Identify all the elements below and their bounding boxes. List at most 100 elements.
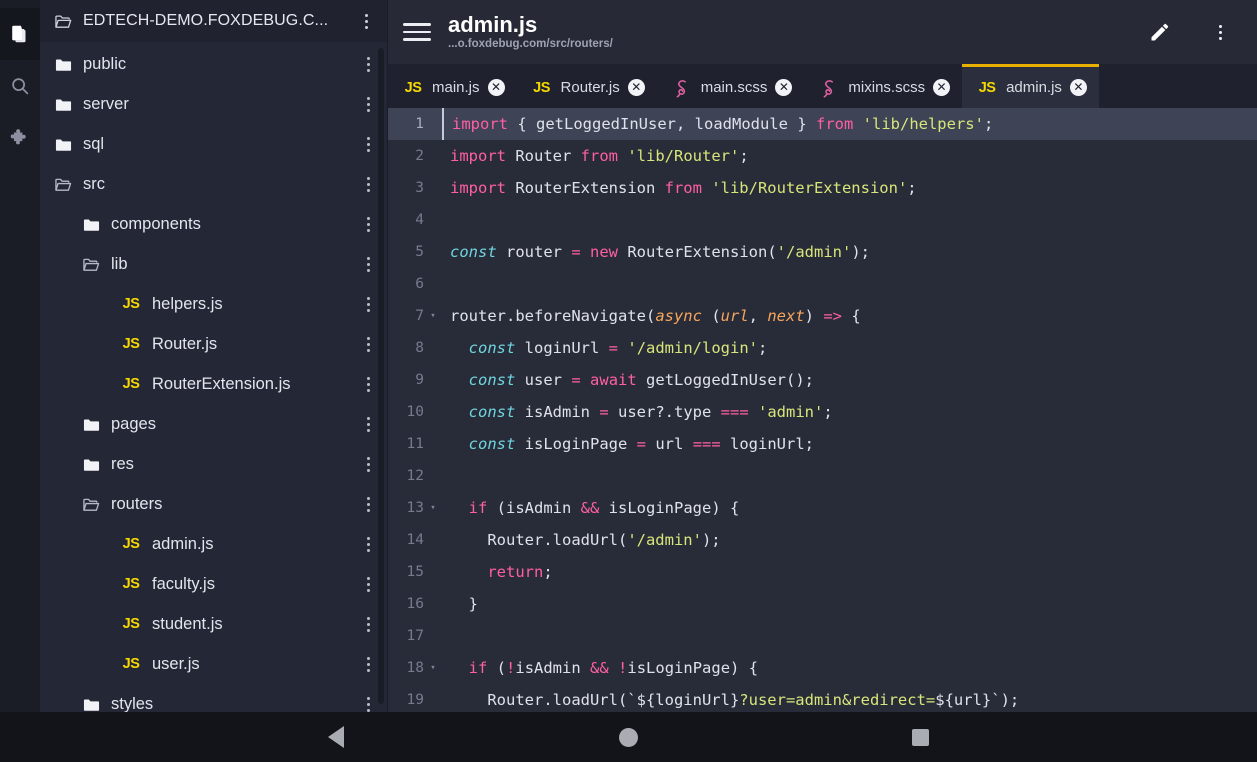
- explorer-menu-button[interactable]: [355, 8, 377, 34]
- app-root: EDTECH-DEMO.FOXDEBUG.C... public server sq…: [0, 0, 1257, 762]
- file-tree[interactable]: public server sql src components lib JS helpers…: [40, 42, 387, 712]
- tree-item-src[interactable]: src: [40, 164, 387, 204]
- tree-item-menu-button[interactable]: [357, 571, 379, 597]
- tab-main-scss[interactable]: main.scss ✕: [657, 64, 805, 108]
- code-line[interactable]: 12: [388, 460, 1257, 492]
- tree-item-menu-button[interactable]: [357, 371, 379, 397]
- tree-item-router-js[interactable]: JS Router.js: [40, 324, 387, 364]
- fold-chevron-icon[interactable]: ▾: [428, 652, 438, 684]
- tree-item-menu-button[interactable]: [357, 691, 379, 712]
- tree-item-menu-button[interactable]: [357, 171, 379, 197]
- code-line[interactable]: 13 ▾ if (isAdmin && isLoginPage) {: [388, 492, 1257, 524]
- code-text: const loginUrl = '/admin/login';: [444, 332, 768, 364]
- code-line[interactable]: 7 ▾ router.beforeNavigate(async (url, next…: [388, 300, 1257, 332]
- code-line[interactable]: 15 return;: [388, 556, 1257, 588]
- code-line[interactable]: 18 ▾ if (!isAdmin && !isLoginPage) {: [388, 652, 1257, 684]
- back-triangle-icon[interactable]: [309, 712, 363, 762]
- code-token: url: [646, 435, 693, 453]
- explorer-scrollbar[interactable]: [378, 48, 384, 704]
- tab-router-js[interactable]: JS Router.js ✕: [517, 64, 657, 108]
- code-line[interactable]: 5 const router = new RouterExtension('/ad…: [388, 236, 1257, 268]
- files-icon[interactable]: [0, 8, 40, 60]
- tree-item-public[interactable]: public: [40, 44, 387, 84]
- tree-item-styles[interactable]: styles: [40, 684, 387, 712]
- fold-chevron-icon[interactable]: ▾: [428, 492, 438, 524]
- code-line[interactable]: 17: [388, 620, 1257, 652]
- code-line[interactable]: 16 }: [388, 588, 1257, 620]
- tree-item-menu-button[interactable]: [357, 291, 379, 317]
- tree-item-components[interactable]: components: [40, 204, 387, 244]
- home-circle-icon[interactable]: [601, 712, 655, 762]
- tree-item-menu-button[interactable]: [357, 131, 379, 157]
- tree-item-menu-button[interactable]: [357, 531, 379, 557]
- more-vertical-icon[interactable]: [1197, 9, 1243, 55]
- pencil-icon[interactable]: [1137, 9, 1183, 55]
- line-number: 1: [415, 116, 424, 132]
- close-icon[interactable]: ✕: [775, 79, 793, 96]
- tree-item-label: admin.js: [152, 534, 214, 553]
- close-icon[interactable]: ✕: [933, 79, 951, 96]
- line-number-gutter: 3: [388, 172, 444, 204]
- tree-item-menu-button[interactable]: [357, 411, 379, 437]
- code-token: (isAdmin: [487, 499, 581, 517]
- folder-icon: [82, 456, 101, 473]
- search-icon[interactable]: [0, 60, 40, 112]
- recents-square-icon[interactable]: [894, 712, 948, 762]
- code-line[interactable]: 9 const user = await getLoggedInUser();: [388, 364, 1257, 396]
- tree-item-server[interactable]: server: [40, 84, 387, 124]
- tree-item-admin-js[interactable]: JS admin.js: [40, 524, 387, 564]
- hamburger-icon[interactable]: [400, 15, 434, 49]
- tree-item-menu-button[interactable]: [357, 251, 379, 277]
- line-number-gutter: 18 ▾: [388, 652, 444, 684]
- close-icon[interactable]: ✕: [1069, 79, 1087, 96]
- tree-item-menu-button[interactable]: [357, 651, 379, 677]
- editor-tabbar[interactable]: JS main.js ✕ JS Router.js ✕ main.scss ✕ mixins.s…: [388, 64, 1257, 108]
- tree-item-user-js[interactable]: JS user.js: [40, 644, 387, 684]
- close-icon[interactable]: ✕: [627, 79, 645, 96]
- code-token: ;: [907, 179, 917, 197]
- fold-chevron-icon[interactable]: ▾: [428, 300, 438, 332]
- code-line[interactable]: 6: [388, 268, 1257, 300]
- tab-admin-js[interactable]: JS admin.js ✕: [962, 64, 1099, 108]
- tree-item-helpers-js[interactable]: JS helpers.js: [40, 284, 387, 324]
- tree-item-res[interactable]: res: [40, 444, 387, 484]
- tree-item-pages[interactable]: pages: [40, 404, 387, 444]
- pencil-icon-glyph: [1151, 23, 1169, 41]
- tree-item-menu-button[interactable]: [357, 331, 379, 357]
- explorer-header[interactable]: EDTECH-DEMO.FOXDEBUG.C...: [40, 0, 387, 42]
- code-token: const: [468, 435, 516, 453]
- code-token: router: [496, 243, 572, 261]
- tree-item-menu-button[interactable]: [357, 211, 379, 237]
- tree-item-routers[interactable]: routers: [40, 484, 387, 524]
- tree-item-menu-button[interactable]: [357, 91, 379, 117]
- tree-item-menu-button[interactable]: [357, 51, 379, 77]
- code-line[interactable]: 11 const isLoginPage = url === loginUrl;: [388, 428, 1257, 460]
- tree-item-menu-button[interactable]: [357, 611, 379, 637]
- tab-mixins-scss[interactable]: mixins.scss ✕: [804, 64, 962, 108]
- code-line[interactable]: 8 const loginUrl = '/admin/login';: [388, 332, 1257, 364]
- code-token: loadModule: [694, 115, 788, 133]
- code-line[interactable]: 2 import Router from 'lib/Router';: [388, 140, 1257, 172]
- tree-item-student-js[interactable]: JS student.js: [40, 604, 387, 644]
- code-line[interactable]: 19 Router.loadUrl(`${loginUrl}?user=admi…: [388, 684, 1257, 712]
- tree-item-menu-button[interactable]: [357, 491, 379, 517]
- code-viewport[interactable]: 1 import { getLoggedInUser, loadModule } …: [388, 108, 1257, 712]
- tree-item-label: pages: [111, 414, 156, 433]
- code-line[interactable]: 4: [388, 204, 1257, 236]
- code-line[interactable]: 10 const isAdmin = user?.type === 'admin…: [388, 396, 1257, 428]
- tree-item-menu-button[interactable]: [357, 451, 379, 477]
- tree-item-routerextension-js[interactable]: JS RouterExtension.js: [40, 364, 387, 404]
- code-text: import { getLoggedInUser, loadModule } f…: [442, 108, 993, 140]
- close-icon[interactable]: ✕: [487, 79, 505, 96]
- tree-item-faculty-js[interactable]: JS faculty.js: [40, 564, 387, 604]
- line-number-gutter: 8: [388, 332, 444, 364]
- code-line[interactable]: 3 import RouterExtension from 'lib/Router…: [388, 172, 1257, 204]
- code-line[interactable]: 1 import { getLoggedInUser, loadModule } …: [388, 108, 1257, 140]
- tab-main-js[interactable]: JS main.js ✕: [388, 64, 517, 108]
- code-token: '/admin': [776, 243, 852, 261]
- extensions-icon[interactable]: [0, 112, 40, 164]
- tree-item-lib[interactable]: lib: [40, 244, 387, 284]
- tree-item-sql[interactable]: sql: [40, 124, 387, 164]
- code-line[interactable]: 14 Router.loadUrl('/admin');: [388, 524, 1257, 556]
